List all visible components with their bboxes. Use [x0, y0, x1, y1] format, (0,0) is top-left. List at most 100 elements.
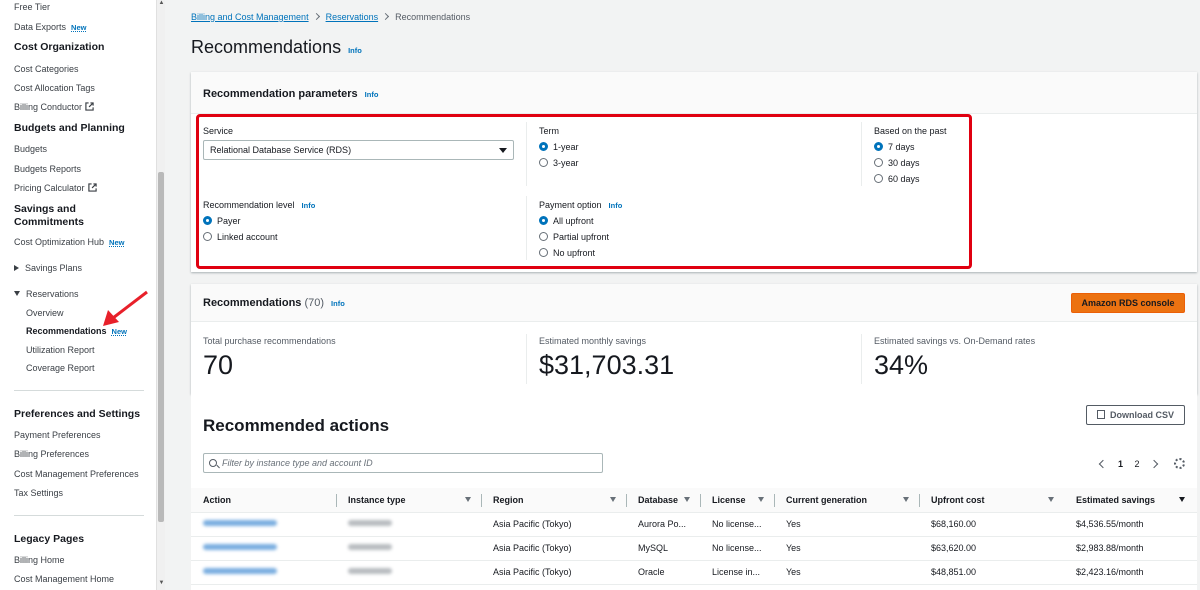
download-csv-button[interactable]: Download CSV	[1086, 405, 1185, 425]
cell-current-generation: Yes	[774, 512, 919, 537]
column-label: Region	[493, 494, 524, 505]
sidebar-item-budgets-reports[interactable]: Budgets Reports	[14, 164, 81, 174]
section-heading-legacy: Legacy Pages	[14, 533, 85, 545]
recommended-actions-panel: Recommended actions Download CSV Filter …	[191, 394, 1197, 590]
column-label: Upfront cost	[931, 494, 985, 505]
column-label: License	[712, 494, 746, 505]
sidebar-item-overview[interactable]: Overview	[26, 308, 64, 318]
chevron-left-icon[interactable]	[1099, 459, 1108, 469]
info-link[interactable]: Info	[331, 299, 345, 308]
divider	[861, 334, 862, 384]
sidebar-item-cost-allocation-tags[interactable]: Cost Allocation Tags	[14, 83, 95, 93]
section-heading-cost-organization: Cost Organization	[14, 41, 105, 53]
sidebar-item-pricing-calculator[interactable]: Pricing Calculator	[14, 183, 97, 193]
scroll-down-icon[interactable]: ▼	[158, 580, 165, 586]
column-label: Current generation	[786, 494, 868, 505]
column-separator	[919, 494, 920, 507]
column-header-license[interactable]: License	[700, 488, 774, 513]
info-link[interactable]: Info	[365, 90, 379, 99]
info-link[interactable]: Info	[348, 46, 362, 55]
cell-action[interactable]	[191, 512, 336, 537]
sidebar-item-savings-plans[interactable]: Savings Plans	[14, 263, 82, 273]
sidebar-scrollbar[interactable]: ▲ ▼	[156, 0, 165, 590]
sort-caret-icon	[1048, 497, 1054, 502]
search-placeholder: Filter by instance type and account ID	[222, 458, 373, 468]
caret-down-icon	[14, 291, 20, 296]
filter-search-input[interactable]: Filter by instance type and account ID	[203, 453, 603, 473]
monthly-savings-value: $31,703.31	[539, 350, 675, 380]
main-content: Billing and Cost Management Reservations R…	[166, 0, 1200, 590]
column-header-instance-type[interactable]: Instance type	[336, 488, 481, 513]
cell-instance-type	[336, 560, 481, 585]
sidebar-item-label: Savings Plans	[25, 263, 83, 273]
cell-action[interactable]	[191, 560, 336, 585]
amazon-rds-console-button[interactable]: Amazon RDS console	[1071, 293, 1185, 313]
panel-header: Recommendations (70) Info	[191, 284, 1197, 322]
column-header-upfront-cost[interactable]: Upfront cost	[919, 488, 1064, 513]
sidebar-item-payment-preferences[interactable]: Payment Preferences	[14, 430, 101, 440]
sort-caret-icon	[1179, 497, 1185, 502]
cell-region: Asia Pacific (Tokyo)	[481, 536, 626, 561]
recommended-actions-title: Recommended actions	[203, 416, 390, 435]
redacted-link[interactable]	[203, 544, 277, 550]
redacted-text	[348, 520, 392, 526]
cell-current-generation: Yes	[774, 536, 919, 561]
breadcrumb-current: Recommendations	[395, 12, 471, 22]
sidebar-item-tax-settings[interactable]: Tax Settings	[14, 488, 63, 498]
savings-vs-ondemand-label: Estimated savings vs. On-Demand rates	[874, 336, 1036, 346]
column-header-current-generation[interactable]: Current generation	[774, 488, 919, 513]
page-2-button[interactable]: 2	[1134, 459, 1139, 469]
column-header-estimated-savings[interactable]: Estimated savings	[1064, 488, 1197, 513]
breadcrumb-link-reservations[interactable]: Reservations	[326, 12, 379, 22]
breadcrumb-link-billing[interactable]: Billing and Cost Management	[191, 12, 309, 22]
cell-action[interactable]	[191, 536, 336, 561]
redacted-link[interactable]	[203, 568, 277, 574]
sidebar-item-reservations[interactable]: Reservations	[14, 289, 79, 299]
sidebar-item-cost-optimization-hub[interactable]: Cost Optimization Hub New	[14, 237, 124, 247]
total-recommendations-value: 70	[203, 350, 234, 380]
chevron-right-icon[interactable]	[1149, 459, 1159, 469]
sidebar-item-label: Data Exports	[14, 22, 67, 32]
column-separator	[336, 494, 337, 507]
sidebar-item-cost-management-preferences[interactable]: Cost Management Preferences	[14, 469, 139, 479]
sidebar-item-budgets[interactable]: Budgets	[14, 144, 47, 154]
column-header-database[interactable]: Database	[626, 488, 700, 513]
column-separator	[481, 494, 482, 507]
sidebar-item-cost-categories[interactable]: Cost Categories	[14, 64, 79, 74]
sidebar-item-billing-preferences[interactable]: Billing Preferences	[14, 449, 89, 459]
sidebar-item-utilization-report[interactable]: Utilization Report	[26, 345, 95, 355]
recommendation-count: (70)	[304, 297, 325, 309]
sidebar-item-free-tier[interactable]: Free Tier	[14, 2, 50, 12]
cell-instance-type	[336, 536, 481, 561]
column-header-action[interactable]: Action	[191, 488, 336, 513]
scroll-up-icon[interactable]: ▲	[158, 0, 165, 6]
cell-database: MySQL	[626, 536, 700, 561]
table-row[interactable]: Asia Pacific (Tokyo) Aurora Po... No lic…	[191, 512, 1197, 537]
sidebar-item-billing-conductor[interactable]: Billing Conductor	[14, 102, 94, 112]
sort-caret-icon	[903, 497, 909, 502]
external-link-icon	[85, 102, 94, 111]
page-title-text: Recommendations	[191, 37, 342, 57]
new-badge: New	[109, 238, 125, 247]
breadcrumb: Billing and Cost Management Reservations R…	[191, 12, 470, 22]
table-row[interactable]: Asia Pacific (Tokyo) MySQL No license...…	[191, 536, 1197, 561]
scroll-thumb[interactable]	[158, 172, 164, 522]
sidebar-item-billing-home[interactable]: Billing Home	[14, 555, 65, 565]
panel-header: Recommendation parameters Info	[191, 72, 1197, 114]
sidebar-item-data-exports[interactable]: Data Exports New	[14, 22, 86, 32]
recommendations-summary-panel: Recommendations (70) Info Amazon RDS cons…	[191, 284, 1197, 394]
page-1-button[interactable]: 1	[1118, 459, 1123, 469]
sidebar-item-cost-management-home[interactable]: Cost Management Home	[14, 574, 114, 584]
column-label: Estimated savings	[1076, 494, 1156, 505]
sidebar-item-coverage-report[interactable]: Coverage Report	[26, 363, 95, 373]
divider	[14, 515, 144, 516]
chevron-right-icon	[312, 12, 320, 21]
table-row[interactable]: Asia Pacific (Tokyo) Oracle License in..…	[191, 560, 1197, 585]
redacted-link[interactable]	[203, 520, 277, 526]
chevron-right-icon	[382, 12, 390, 21]
column-header-region[interactable]: Region	[481, 488, 626, 513]
column-separator	[774, 494, 775, 507]
divider	[526, 334, 527, 384]
gear-icon[interactable]	[1174, 458, 1185, 469]
cell-estimated-savings: $2,423.16/month	[1064, 560, 1197, 585]
